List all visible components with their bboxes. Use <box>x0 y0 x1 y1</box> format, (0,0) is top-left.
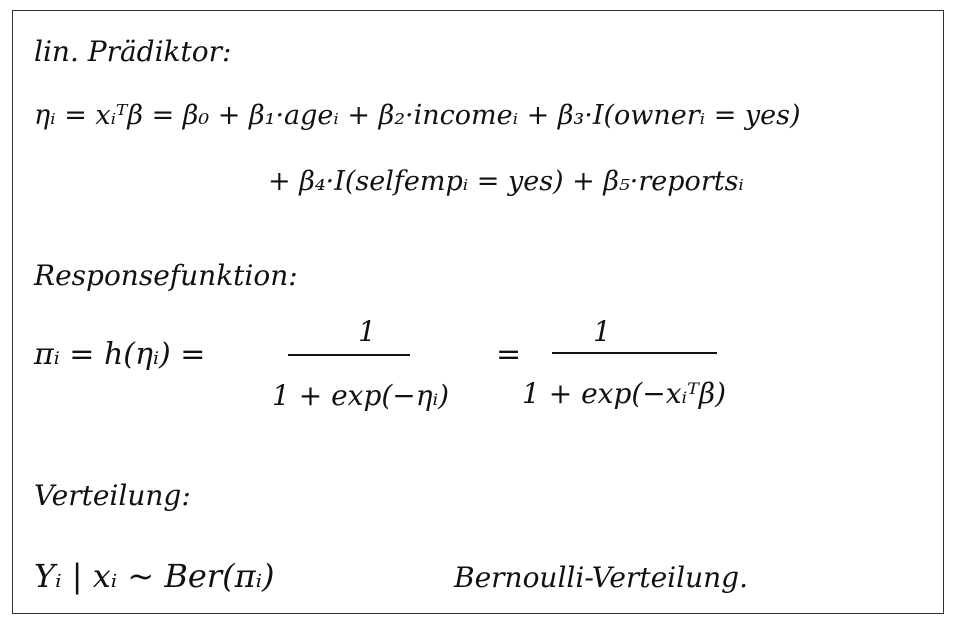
predictor-heading: lin. Prädiktor: <box>34 35 232 68</box>
response-heading: Responsefunktion: <box>34 259 298 292</box>
fraction-2-denominator: 1 + exp(−xᵢᵀβ) <box>522 377 727 410</box>
distribution-note: Bernoulli-Verteilung. <box>454 561 748 594</box>
distribution-heading: Verteilung: <box>34 479 191 512</box>
whiteboard-canvas: lin. Prädiktor: ηᵢ = xᵢᵀβ = β₀ + β₁·ageᵢ… <box>0 0 968 635</box>
response-lhs: πᵢ = h(ηᵢ) = <box>34 337 206 372</box>
response-fraction-2: 1 1 + exp(−xᵢᵀβ) <box>522 318 742 428</box>
distribution-formula: Yᵢ | xᵢ ~ Ber(πᵢ) <box>34 557 275 595</box>
fraction-2-numerator: 1 <box>593 315 611 348</box>
fraction-1-numerator: 1 <box>358 315 376 348</box>
fraction-1-bar <box>288 354 410 356</box>
response-equals-2: = <box>496 337 522 372</box>
fraction-1-denominator: 1 + exp(−ηᵢ) <box>272 379 450 412</box>
fraction-2-bar <box>552 352 717 354</box>
predictor-formula-line1: ηᵢ = xᵢᵀβ = β₀ + β₁·ageᵢ + β₂·incomeᵢ + … <box>34 100 801 131</box>
predictor-formula-line2: + β₄·I(selfempᵢ = yes) + β₅·reportsᵢ <box>268 166 744 197</box>
response-fraction-1: 1 1 + exp(−ηᵢ) <box>272 318 462 428</box>
